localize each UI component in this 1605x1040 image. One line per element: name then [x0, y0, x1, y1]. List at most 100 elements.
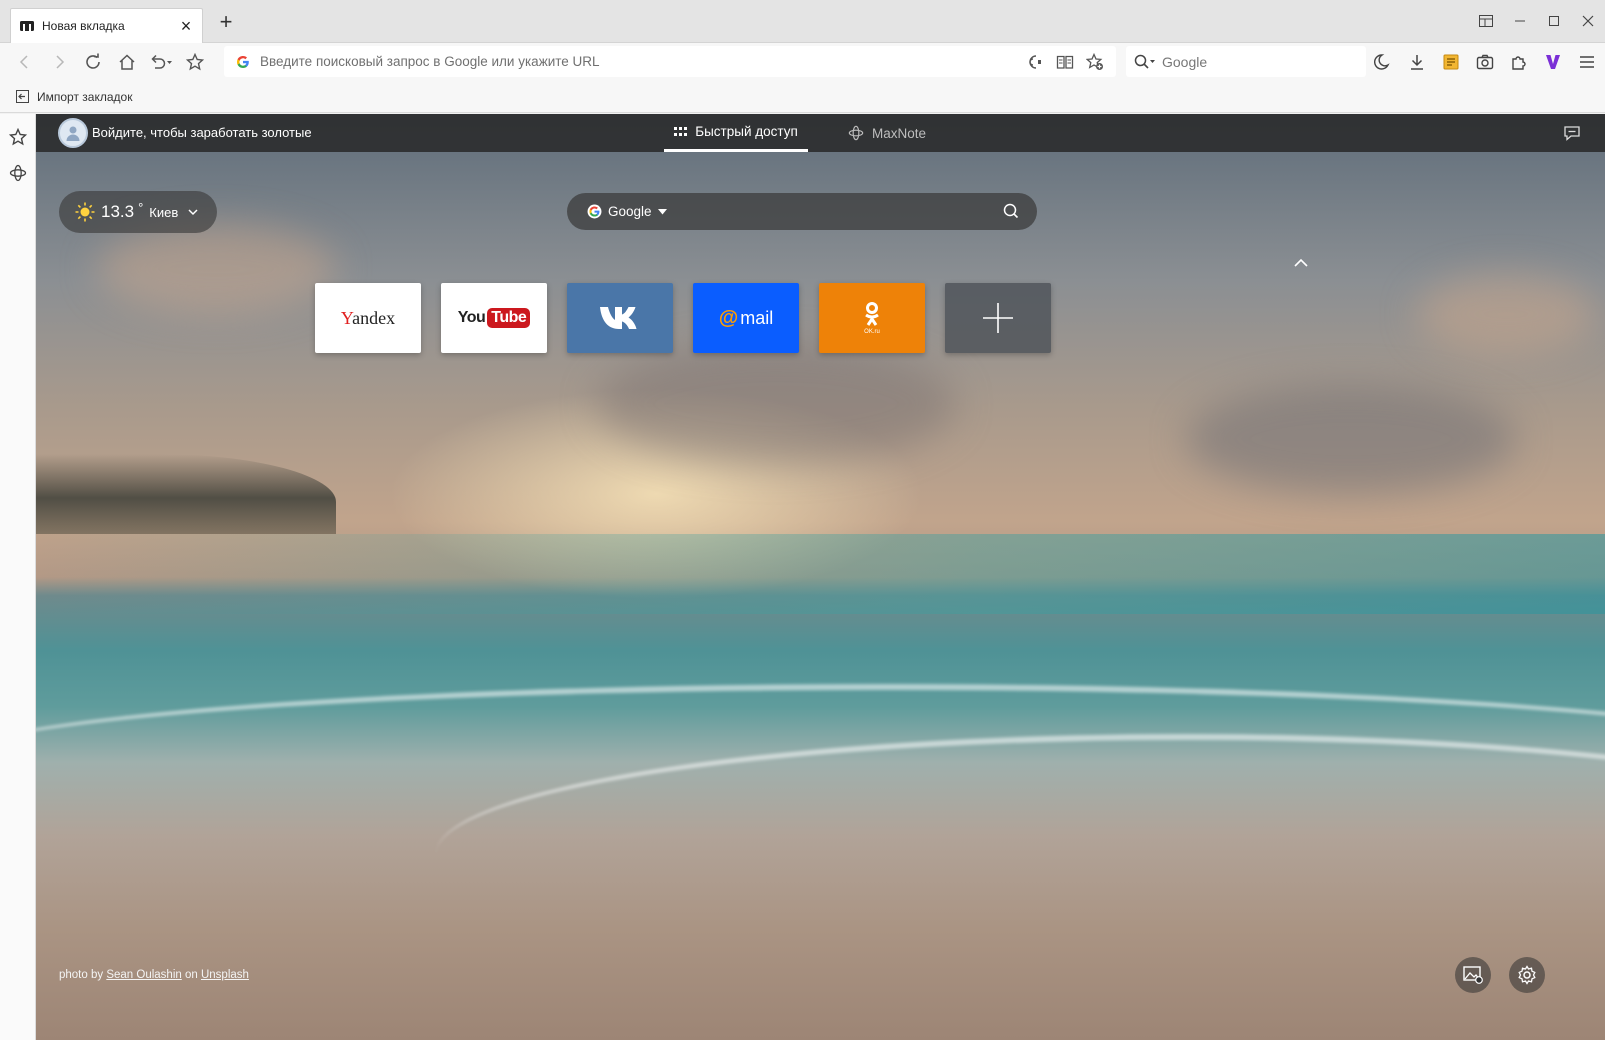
back-icon [19, 55, 28, 69]
tab-layout-button[interactable] [1469, 0, 1503, 42]
photo-credit-on: on [184, 969, 198, 981]
night-mode-button[interactable] [1366, 47, 1400, 77]
reload-button[interactable] [76, 47, 110, 77]
new-tab-topbar: Войдите, чтобы заработать золотые Быстры… [36, 114, 1605, 152]
yandex-logo: Yandex [341, 308, 395, 329]
google-g-icon [587, 204, 602, 219]
minimize-icon [1515, 20, 1525, 22]
tab-maxnote-label: MaxNote [872, 125, 927, 141]
window-controls [1469, 0, 1605, 42]
tab-new-tab[interactable]: Новая вкладка × [10, 8, 203, 43]
yandex-logo-initial: Y [340, 307, 353, 328]
signin-link[interactable]: Войдите, чтобы заработать золотые [92, 125, 312, 140]
back-button[interactable] [8, 47, 42, 77]
maxthon-v-icon [1546, 55, 1560, 69]
screenshot-icon [1476, 54, 1494, 70]
unsplash-link[interactable]: Unsplash [201, 969, 249, 981]
tile-yandex[interactable]: Yandex [315, 283, 421, 353]
chevron-up-icon [1294, 258, 1308, 267]
maxthon-logo-icon [20, 21, 34, 31]
import-icon [16, 90, 29, 103]
add-favorite-button[interactable] [1082, 49, 1108, 75]
maximize-icon [1549, 16, 1559, 26]
reader-mode-button[interactable] [1052, 49, 1078, 75]
tile-mail[interactable]: @ mail [693, 283, 799, 353]
close-window-button[interactable] [1571, 0, 1605, 42]
downloads-button[interactable] [1400, 47, 1434, 77]
maxnote-icon [848, 125, 864, 141]
ok-logo-text: OK.ru [864, 329, 880, 335]
home-button[interactable] [110, 47, 144, 77]
google-g-icon [237, 55, 249, 68]
maxthon-vip-button[interactable] [1536, 47, 1570, 77]
sun-icon [75, 202, 95, 222]
undo-close-button[interactable] [144, 47, 178, 77]
wallpaper-icon [1463, 966, 1483, 984]
star-icon [9, 128, 27, 146]
reader-mode-icon [1056, 55, 1074, 69]
avatar[interactable] [58, 118, 88, 148]
new-tab-button[interactable]: + [216, 11, 236, 33]
menu-icon [1580, 56, 1594, 68]
forward-button[interactable] [42, 47, 76, 77]
night-mode-icon [1374, 54, 1390, 70]
reload-icon [86, 53, 100, 69]
change-wallpaper-button[interactable] [1455, 957, 1491, 993]
notes-button[interactable] [1434, 47, 1468, 77]
bookmarks-bar: Импорт закладок [0, 81, 1605, 113]
plus-icon [983, 303, 1013, 333]
notes-icon [1443, 54, 1459, 70]
wallpaper-island [36, 454, 336, 534]
address-bar[interactable]: Введите поисковый запрос в Google или ук… [224, 46, 1116, 77]
search-icon[interactable] [1003, 203, 1019, 219]
undo-icon [151, 54, 172, 69]
star-icon [186, 53, 204, 71]
user-icon [66, 126, 80, 141]
minimize-button[interactable] [1503, 0, 1537, 42]
tile-youtube[interactable]: You Tube [441, 283, 547, 353]
read-aloud-button[interactable] [1022, 49, 1048, 75]
sidebar-favorites-button[interactable] [0, 119, 36, 155]
wallpaper-cloud [1186, 384, 1516, 494]
collapse-speed-dial-button[interactable] [1294, 254, 1308, 272]
main-menu-button[interactable] [1570, 47, 1604, 77]
search-engine-label: Google [1162, 53, 1208, 70]
close-icon [1582, 15, 1594, 27]
wallpaper-cloud [596, 344, 956, 464]
wallpaper-sea [36, 534, 1605, 614]
newtab-search[interactable]: Google [567, 193, 1037, 230]
extensions-icon [1512, 56, 1526, 70]
ok-logo: OK.ru [862, 301, 882, 335]
read-aloud-icon [1029, 54, 1041, 69]
screenshot-button[interactable] [1468, 47, 1502, 77]
download-icon [1411, 55, 1423, 70]
close-tab-icon[interactable]: × [178, 17, 194, 35]
weather-degree: ° [138, 199, 144, 215]
tile-ok[interactable]: OK.ru [819, 283, 925, 353]
tile-vk[interactable] [567, 283, 673, 353]
weather-temperature: 13.3 [101, 202, 135, 221]
chevron-down-icon [188, 208, 198, 215]
side-bar [0, 114, 36, 1040]
favorite-button[interactable] [178, 47, 212, 77]
tab-maxnote[interactable]: MaxNote [848, 114, 926, 152]
feedback-button[interactable] [1563, 125, 1581, 146]
maximize-button[interactable] [1537, 0, 1571, 42]
speed-dial: Yandex You Tube @ mail OK.ru [315, 283, 1051, 353]
photo-author-link[interactable]: Sean Oulashin [106, 969, 181, 981]
sidebar-maxnote-button[interactable] [0, 155, 36, 191]
mail-logo-word: mail [740, 307, 774, 328]
toolbar-actions [1366, 43, 1604, 81]
extensions-button[interactable] [1502, 47, 1536, 77]
add-tile-button[interactable] [945, 283, 1051, 353]
yandex-logo-rest: andex [352, 307, 396, 328]
settings-button[interactable] [1509, 957, 1545, 993]
vk-logo-icon [600, 307, 637, 329]
address-placeholder: Введите поисковый запрос в Google или ук… [260, 54, 600, 69]
import-bookmarks-link[interactable]: Импорт закладок [37, 90, 132, 104]
wallpaper-cloud [96, 224, 336, 314]
search-engine-selector[interactable]: Google [608, 204, 652, 219]
search-box[interactable]: Google [1126, 46, 1366, 77]
tab-speed-dial[interactable]: Быстрый доступ [664, 114, 808, 152]
weather-widget[interactable]: 13.3 ° Киев [59, 191, 217, 233]
